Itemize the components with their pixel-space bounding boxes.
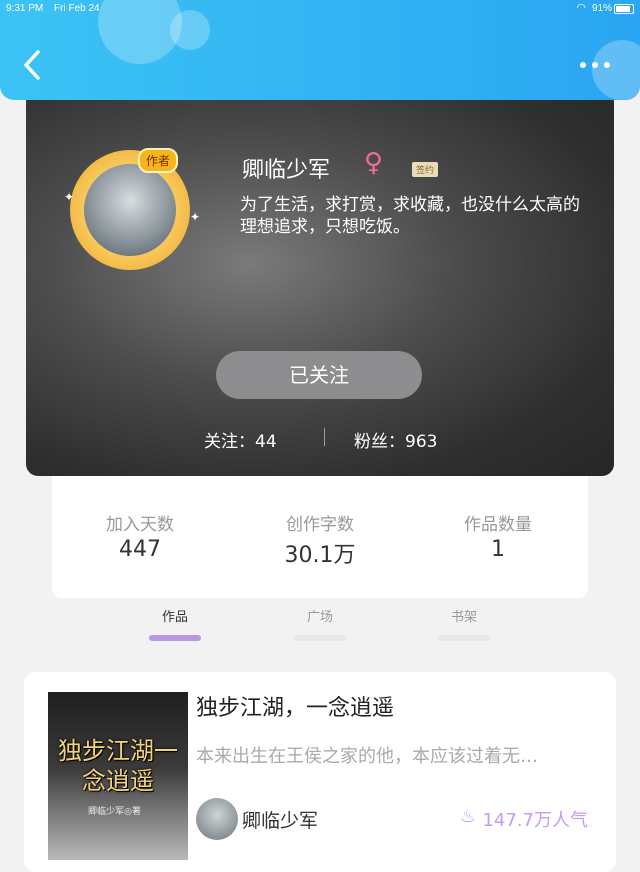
flame-icon: ♨ (459, 806, 476, 827)
popularity-count: 147.7万人气 (482, 810, 588, 831)
tab-label: 书架 (450, 610, 477, 625)
fans-count[interactable]: 粉丝：963 (354, 427, 437, 452)
stat-join-days: 加入天数 447 (70, 510, 210, 562)
tab-indicator (149, 635, 201, 641)
tab-bookshelf[interactable]: 书架 (434, 606, 494, 641)
book-card[interactable]: 独步江湖一念逍遥 卿临少军◎著 独步江湖，一念逍遥 本来出生在王侯之家的他，本应… (24, 672, 616, 872)
tab-label: 作品 (161, 610, 188, 625)
top-header: 9:31 PM Fri Feb 24 ◠ 91% (0, 0, 640, 100)
book-cover[interactable]: 独步江湖一念逍遥 卿临少军◎著 (48, 692, 188, 860)
tab-label: 广场 (306, 610, 333, 625)
status-date: Fri Feb 24 (54, 3, 100, 14)
stats-panel: 加入天数 447 创作字数 30.1万 作品数量 1 (52, 476, 588, 598)
signed-badge: 签约 (412, 162, 439, 177)
back-button[interactable] (22, 48, 42, 82)
status-bar: 9:31 PM Fri Feb 24 ◠ 91% (0, 0, 640, 18)
author-bio: 为了生活，求打赏，求收藏，也没什么太高的理想追求，只想吃饭。 (240, 195, 580, 237)
stat-word-count: 创作字数 30.1万 (250, 510, 390, 569)
book-description: 本来出生在王侯之家的他，本应该过着无… (196, 746, 538, 767)
author-avatar[interactable] (196, 798, 238, 840)
more-dots-icon (580, 62, 586, 68)
stat-value: 447 (119, 537, 161, 562)
tab-indicator (438, 635, 490, 641)
following-count[interactable]: 关注：44 (204, 427, 277, 452)
stat-label: 加入天数 (106, 515, 174, 535)
stat-label: 创作字数 (286, 515, 354, 535)
avatar[interactable] (84, 164, 176, 256)
stat-works-count: 作品数量 1 (428, 510, 568, 562)
cover-title: 独步江湖一念逍遥 (58, 737, 178, 795)
battery-percent: 91% (591, 3, 612, 14)
tab-square[interactable]: 广场 (290, 606, 350, 641)
stat-label: 作品数量 (464, 515, 532, 535)
tab-indicator (294, 635, 346, 641)
follow-button[interactable]: 已关注 (216, 351, 422, 399)
stat-value: 1 (491, 537, 505, 562)
author-name: 卿临少军 (242, 158, 331, 183)
stat-value: 30.1万 (284, 543, 356, 568)
book-title[interactable]: 独步江湖，一念逍遥 (196, 690, 394, 722)
female-icon: ♀ (364, 148, 384, 178)
divider (324, 428, 325, 446)
status-time: 9:31 PM (6, 3, 44, 14)
decor-bubble (592, 40, 640, 100)
chevron-left-icon (24, 50, 40, 80)
tab-bar: 作品 广场 书架 (0, 600, 640, 644)
battery-icon (614, 4, 634, 14)
tab-works[interactable]: 作品 (145, 606, 205, 641)
sparkle-icon: ✦ (190, 210, 201, 224)
cover-author: 卿临少军◎著 (88, 807, 141, 817)
avatar-frame: 作者 ✦ ✦ (64, 148, 200, 270)
sparkle-icon: ✦ (64, 190, 75, 204)
wifi-icon: ◠ (576, 2, 586, 14)
profile-card: 作者 ✦ ✦ 卿临少军 ♀ 签约 为了生活，求打赏，求收藏，也没什么太高的理想追… (26, 90, 614, 476)
book-author-name: 卿临少军 (242, 810, 319, 832)
author-badge: 作者 (138, 148, 179, 173)
more-button[interactable] (580, 62, 610, 68)
